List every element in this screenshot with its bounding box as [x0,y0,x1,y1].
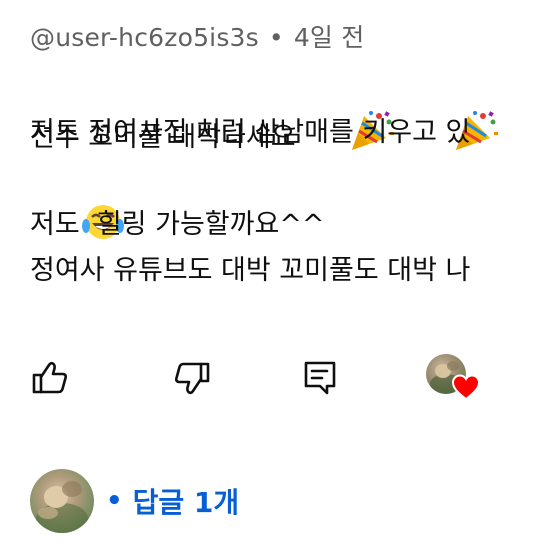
thumbs-down-icon [172,358,212,402]
reply-button[interactable] [298,358,342,402]
replies-section: • 답글 1개 [30,466,239,536]
like-button[interactable] [28,358,72,402]
reply-avatar [30,469,94,533]
comment-actions [0,352,560,408]
comment-line-4-text: 저도 힐링 가능할까요^^ [30,209,325,240]
reply-bullet: • [106,486,123,516]
heart-icon [451,374,481,404]
comment-time: 4일 전 [293,23,365,52]
thumbs-up-icon [30,358,70,402]
comment-line-5: 정여사 유튜브도 대박 꼬미풀도 대박 나 [30,248,560,294]
comment-text: 전주 꼬미풀 대박나세요 저도 정여사집 처럼 삼남매를 키우고 있 저도 힐링… [30,64,560,294]
meta-separator: • [268,23,284,52]
comment-line-2-text: 저도 정여사집 처럼 삼남매를 키우고 있 [30,117,471,148]
creator-heart [426,352,482,408]
reply-count-label: 답글 1개 [132,486,240,519]
comment-line-5-text: 정여사 유튜브도 대박 꼬미풀도 대박 나 [30,255,471,286]
reply-comment-icon [300,358,340,402]
comment-author[interactable]: @user-hc6zo5is3s [30,23,259,52]
comment-meta: @user-hc6zo5is3s • 4일 전 [30,18,364,54]
comment-line-1: 전주 꼬미풀 대박나세요 [30,64,560,153]
view-replies-link[interactable]: • 답글 1개 [106,481,239,521]
dislike-button[interactable] [170,358,214,402]
